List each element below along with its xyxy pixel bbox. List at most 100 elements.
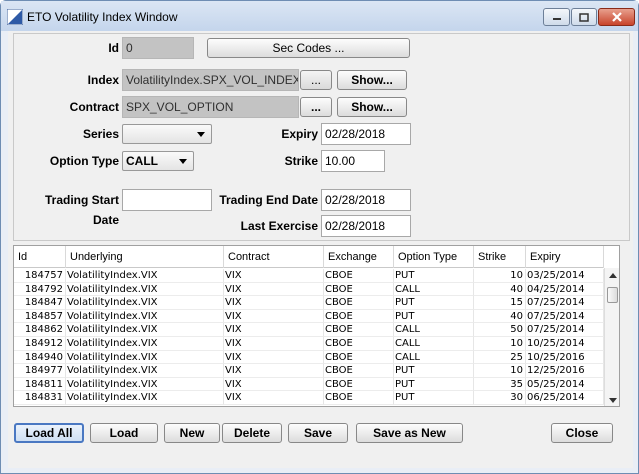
- strike-field[interactable]: 10.00: [321, 150, 385, 172]
- expiry-label: Expiry: [281, 127, 318, 141]
- table-row[interactable]: 184940 VolatilityIndex.VIX VIX CBOE CALL 25 10…: [14, 350, 604, 365]
- table-row[interactable]: 184912 VolatilityIndex.VIX VIX CBOE CALL 10 10…: [14, 337, 604, 351]
- load-all-button[interactable]: Load All: [14, 423, 84, 443]
- table-cell: CBOE: [324, 309, 394, 324]
- table-row[interactable]: 184831 VolatilityIndex.VIX VIX CBOE PUT 30 06/…: [14, 391, 604, 405]
- table-cell: 25: [474, 350, 526, 365]
- sec-codes-button[interactable]: Sec Codes ...: [207, 38, 410, 58]
- table-cell: VolatilityIndex.VIX: [66, 337, 224, 351]
- table-cell: CBOE: [324, 323, 394, 337]
- table-cell: PUT: [394, 391, 474, 405]
- table-cell: VolatilityIndex.VIX: [66, 309, 224, 324]
- table-row[interactable]: 184847 VolatilityIndex.VIX VIX CBOE PUT 15 07/…: [14, 296, 604, 310]
- table-cell: 184811: [14, 377, 66, 392]
- table-cell: 184862: [14, 323, 66, 337]
- id-field[interactable]: 0: [122, 37, 194, 59]
- table-cell: 10: [474, 269, 526, 283]
- table-cell: CALL: [394, 350, 474, 365]
- table-row[interactable]: 184811 VolatilityIndex.VIX VIX CBOE PUT 35 05/…: [14, 377, 604, 392]
- strike-label: Strike: [284, 154, 318, 168]
- table-cell: 184792: [14, 282, 66, 297]
- expiry-field[interactable]: 02/28/2018: [321, 123, 411, 145]
- index-browse-button[interactable]: ...: [300, 70, 332, 90]
- close-button[interactable]: Close: [551, 423, 613, 443]
- table-cell: VolatilityIndex.VIX: [66, 350, 224, 365]
- table-cell: PUT: [394, 377, 474, 392]
- scroll-thumb[interactable]: [607, 287, 618, 303]
- scroll-up-icon[interactable]: [609, 273, 617, 278]
- options-table[interactable]: Id Underlying Contract Exchange Option Type S…: [13, 245, 620, 407]
- contract-label: Contract: [69, 100, 119, 114]
- table-cell: 184940: [14, 350, 66, 365]
- table-cell: VIX: [224, 323, 324, 337]
- table-cell: VolatilityIndex.VIX: [66, 282, 224, 297]
- table-cell: 03/25/2014: [526, 269, 604, 283]
- table-cell: 10/25/2014: [526, 337, 604, 351]
- chevron-down-icon: [197, 132, 205, 137]
- table-cell: 40: [474, 309, 526, 324]
- title-bar: ETO Volatility Index Window: [1, 1, 638, 31]
- vertical-scrollbar[interactable]: [604, 268, 619, 406]
- table-cell: PUT: [394, 364, 474, 378]
- table-row[interactable]: 184792 VolatilityIndex.VIX VIX CBOE CALL 40 04…: [14, 282, 604, 297]
- option-type-label: Option Type: [49, 154, 119, 168]
- index-show-button[interactable]: Show...: [337, 70, 407, 90]
- table-row[interactable]: 184862 VolatilityIndex.VIX VIX CBOE CALL 50 07…: [14, 323, 604, 337]
- table-cell: VolatilityIndex.VIX: [66, 391, 224, 405]
- option-type-dropdown[interactable]: CALL: [122, 151, 194, 171]
- column-header[interactable]: Option Type: [394, 246, 474, 268]
- close-icon: [611, 12, 622, 22]
- column-header[interactable]: Id: [14, 246, 66, 268]
- save-as-new-button[interactable]: Save as New: [356, 423, 463, 443]
- delete-button[interactable]: Delete: [222, 423, 282, 443]
- table-cell: 30: [474, 391, 526, 405]
- table-cell: VolatilityIndex.VIX: [66, 269, 224, 283]
- load-button[interactable]: Load: [90, 423, 158, 443]
- table-cell: CBOE: [324, 364, 394, 378]
- id-label: Id: [108, 41, 119, 55]
- minimize-button[interactable]: [543, 8, 570, 26]
- column-header[interactable]: Exchange: [324, 246, 394, 268]
- table-cell: CBOE: [324, 391, 394, 405]
- column-header[interactable]: Strike: [474, 246, 526, 268]
- table-cell: VIX: [224, 377, 324, 392]
- column-header[interactable]: Expiry: [526, 246, 604, 268]
- trading-end-field[interactable]: 02/28/2018: [321, 189, 411, 211]
- contract-browse-button[interactable]: ...: [300, 97, 332, 117]
- scroll-down-icon[interactable]: [609, 398, 617, 403]
- maximize-icon: [579, 12, 589, 22]
- series-label: Series: [82, 127, 119, 141]
- table-row[interactable]: 184757 VolatilityIndex.VIX VIX CBOE PUT 10 03/…: [14, 269, 604, 283]
- detail-form: Id 0 Sec Codes ... Index VolatilityIndex…: [13, 33, 630, 241]
- series-dropdown[interactable]: [122, 124, 212, 144]
- minimize-icon: [552, 18, 561, 20]
- table-cell: 35: [474, 377, 526, 392]
- table-cell: CBOE: [324, 377, 394, 392]
- table-cell: 40: [474, 282, 526, 297]
- maximize-button[interactable]: [571, 8, 597, 26]
- column-header[interactable]: Contract: [224, 246, 324, 268]
- trading-start-field[interactable]: [122, 189, 212, 211]
- last-exercise-field[interactable]: 02/28/2018: [321, 215, 411, 237]
- content-panel: Id 0 Sec Codes ... Index VolatilityIndex…: [8, 31, 633, 468]
- table-cell: 10/25/2016: [526, 350, 604, 365]
- table-cell: 10: [474, 337, 526, 351]
- table-cell: 50: [474, 323, 526, 337]
- table-row[interactable]: 184857 VolatilityIndex.VIX VIX CBOE PUT 40 07/…: [14, 309, 604, 324]
- last-exercise-label: Last Exercise: [240, 219, 318, 233]
- save-button[interactable]: Save: [288, 423, 348, 443]
- contract-show-button[interactable]: Show...: [337, 97, 407, 117]
- table-cell: PUT: [394, 296, 474, 310]
- table-cell: 184857: [14, 309, 66, 324]
- table-cell: CBOE: [324, 337, 394, 351]
- column-header[interactable]: Underlying: [66, 246, 224, 268]
- table-row[interactable]: 184977 VolatilityIndex.VIX VIX CBOE PUT 10 12/…: [14, 364, 604, 378]
- table-cell: VolatilityIndex.VIX: [66, 377, 224, 392]
- contract-field[interactable]: SPX_VOL_OPTION: [122, 96, 299, 118]
- option-type-value: CALL: [126, 154, 158, 168]
- table-cell: 184912: [14, 337, 66, 351]
- new-button[interactable]: New: [164, 423, 220, 443]
- close-window-button[interactable]: [598, 8, 635, 26]
- table-cell: 05/25/2014: [526, 377, 604, 392]
- index-field[interactable]: VolatilityIndex.SPX_VOL_INDEX: [122, 69, 299, 91]
